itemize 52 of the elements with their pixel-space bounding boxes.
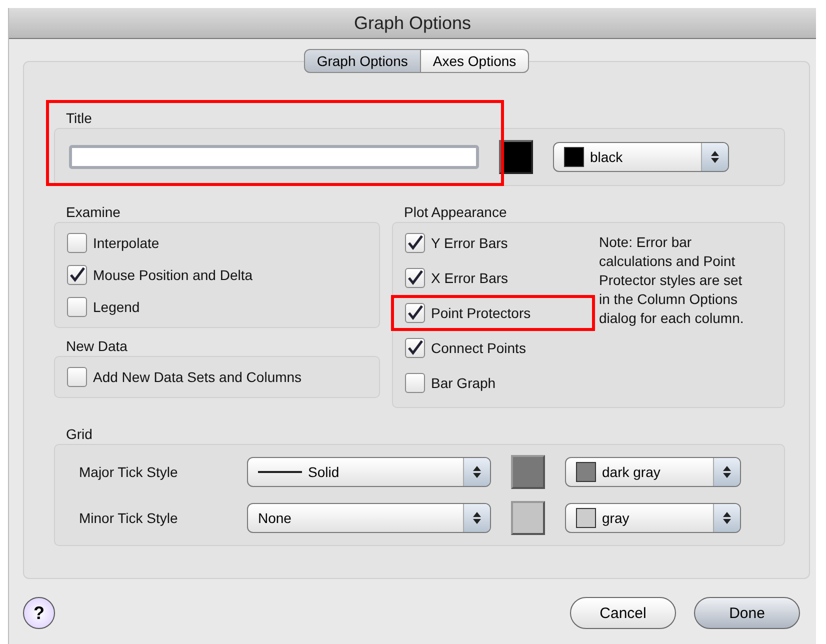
note-text: Note: Error bar calculations and Point Protector styles are set in the Column Options dialog for each column.: [599, 233, 745, 328]
color-well[interactable]: [511, 455, 545, 489]
stepper-icon: [473, 511, 481, 525]
group-label: New Data: [66, 338, 128, 354]
stepper-icon: [711, 150, 719, 164]
checkbox[interactable]: [405, 233, 425, 253]
checkbox[interactable]: [67, 233, 87, 253]
checkbox[interactable]: [405, 303, 425, 323]
stepper-icon: [723, 511, 731, 525]
checkbox-label: Connect Points: [431, 340, 526, 356]
checkbox[interactable]: [405, 268, 425, 288]
checkbox-label: Legend: [93, 299, 140, 315]
stepper-icon: [723, 465, 731, 479]
checkbox-label: Add New Data Sets and Columns: [93, 369, 302, 385]
group-label: Grid: [66, 426, 94, 442]
checkbox-label: Mouse Position and Delta: [93, 267, 253, 283]
group-label: Examine: [66, 204, 122, 220]
tab[interactable]: Graph Options: [304, 49, 421, 73]
checkbox[interactable]: [67, 265, 87, 285]
checkmark-icon: [407, 235, 423, 251]
checkmark-icon: [69, 267, 85, 283]
dialog-button[interactable]: Cancel: [570, 597, 676, 629]
group-label: Plot Appearance: [404, 204, 508, 220]
dialog-button[interactable]: Done: [694, 597, 800, 629]
color-dropdown[interactable]: gray: [565, 503, 741, 533]
checkbox[interactable]: [405, 373, 425, 393]
row-label: Major Tick Style: [79, 464, 179, 480]
stepper-icon: [473, 465, 481, 479]
checkbox[interactable]: [67, 367, 87, 387]
color-well[interactable]: [499, 140, 533, 174]
checkmark-icon: [407, 270, 423, 286]
checkbox[interactable]: [405, 338, 425, 358]
checkmark-icon: [407, 340, 423, 356]
checkbox-label: Bar Graph: [431, 375, 496, 391]
checkmark-icon: [407, 305, 423, 321]
group-label: Title: [66, 110, 93, 126]
checkbox-label: X Error Bars: [431, 270, 508, 286]
title-field[interactable]: [69, 145, 479, 169]
color-well[interactable]: [511, 501, 545, 535]
window-title: Graph Options: [354, 12, 472, 34]
line-sample-icon: [258, 470, 302, 474]
color-dropdown[interactable]: dark gray: [565, 457, 741, 487]
checkbox-label: Point Protectors: [431, 305, 531, 321]
help-button[interactable]: ?: [23, 597, 55, 629]
checkbox[interactable]: [67, 297, 87, 317]
style-dropdown[interactable]: Solid: [247, 457, 491, 487]
color-dropdown[interactable]: black: [553, 142, 729, 172]
style-dropdown[interactable]: None: [247, 503, 491, 533]
checkbox-label: Interpolate: [93, 235, 160, 251]
row-label: Minor Tick Style: [79, 510, 179, 526]
tab[interactable]: Axes Options: [420, 49, 530, 73]
checkbox-label: Y Error Bars: [431, 235, 508, 251]
